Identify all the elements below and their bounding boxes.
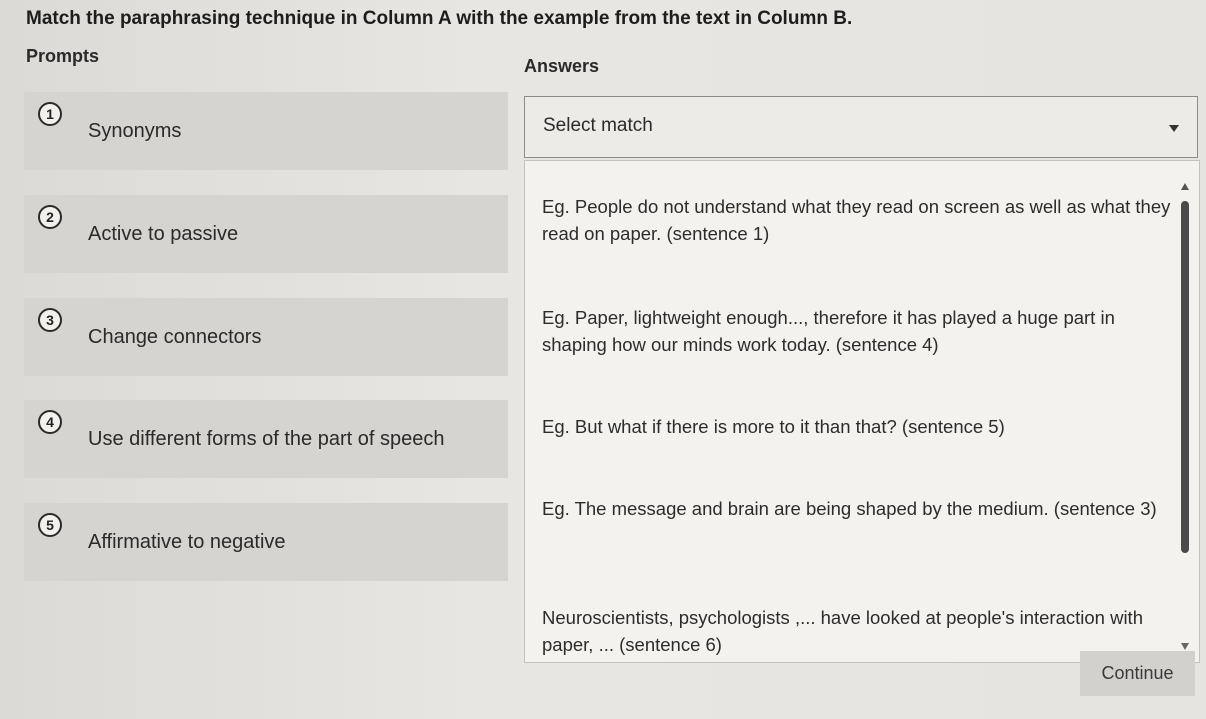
prompt-item-4: 4 Use different forms of the part of spe… — [24, 400, 508, 478]
prompt-item-2: 2 Active to passive — [24, 195, 508, 273]
prompt-number-badge: 2 — [38, 205, 62, 229]
prompts-column-header: Prompts — [26, 46, 100, 66]
dropdown-option-4[interactable]: Eg. The message and brain are being shap… — [542, 495, 1172, 522]
scrollbar-thumb[interactable] — [1181, 201, 1189, 553]
dropdown-options-list[interactable]: Eg. People do not understand what they r… — [524, 160, 1200, 663]
dropdown-option-1[interactable]: Eg. People do not understand what they r… — [542, 193, 1172, 247]
prompt-item-3: 3 Change connectors — [24, 298, 508, 376]
prompt-label: Affirmative to negative — [88, 531, 286, 553]
prompt-label: Synonyms — [88, 120, 182, 142]
prompt-item-5: 5 Affirmative to negative — [24, 503, 508, 581]
dropdown-scrollbar[interactable] — [1179, 183, 1191, 651]
prompt-number-badge: 4 — [38, 410, 62, 434]
prompt-label: Active to passive — [88, 223, 239, 245]
scroll-up-arrow-icon[interactable] — [1181, 183, 1189, 190]
scroll-down-arrow-icon[interactable] — [1181, 643, 1189, 650]
answers-column-header: Answers — [524, 56, 600, 76]
prompt-item-1: 1 Synonyms — [24, 92, 508, 170]
dropdown-option-3[interactable]: Eg. But what if there is more to it than… — [542, 413, 1172, 440]
dropdown-option-2[interactable]: Eg. Paper, lightweight enough..., theref… — [542, 304, 1172, 358]
prompt-label: Change connectors — [88, 326, 262, 348]
chevron-down-icon — [1169, 125, 1179, 132]
continue-button[interactable]: Continue — [1080, 651, 1195, 696]
select-current-value: Select match — [543, 115, 653, 136]
dropdown-option-5[interactable]: Neuroscientists, psychologists ,... have… — [542, 604, 1172, 658]
prompt-number-badge: 5 — [38, 513, 62, 537]
match-select-dropdown[interactable]: Select match — [524, 96, 1198, 158]
matching-exercise-page: Match the paraphrasing technique in Colu… — [0, 0, 1206, 719]
prompt-number-badge: 1 — [38, 102, 62, 126]
prompt-number-badge: 3 — [38, 308, 62, 332]
prompt-label: Use different forms of the part of speec… — [88, 428, 445, 450]
instruction-text: Match the paraphrasing technique in Colu… — [26, 8, 853, 29]
